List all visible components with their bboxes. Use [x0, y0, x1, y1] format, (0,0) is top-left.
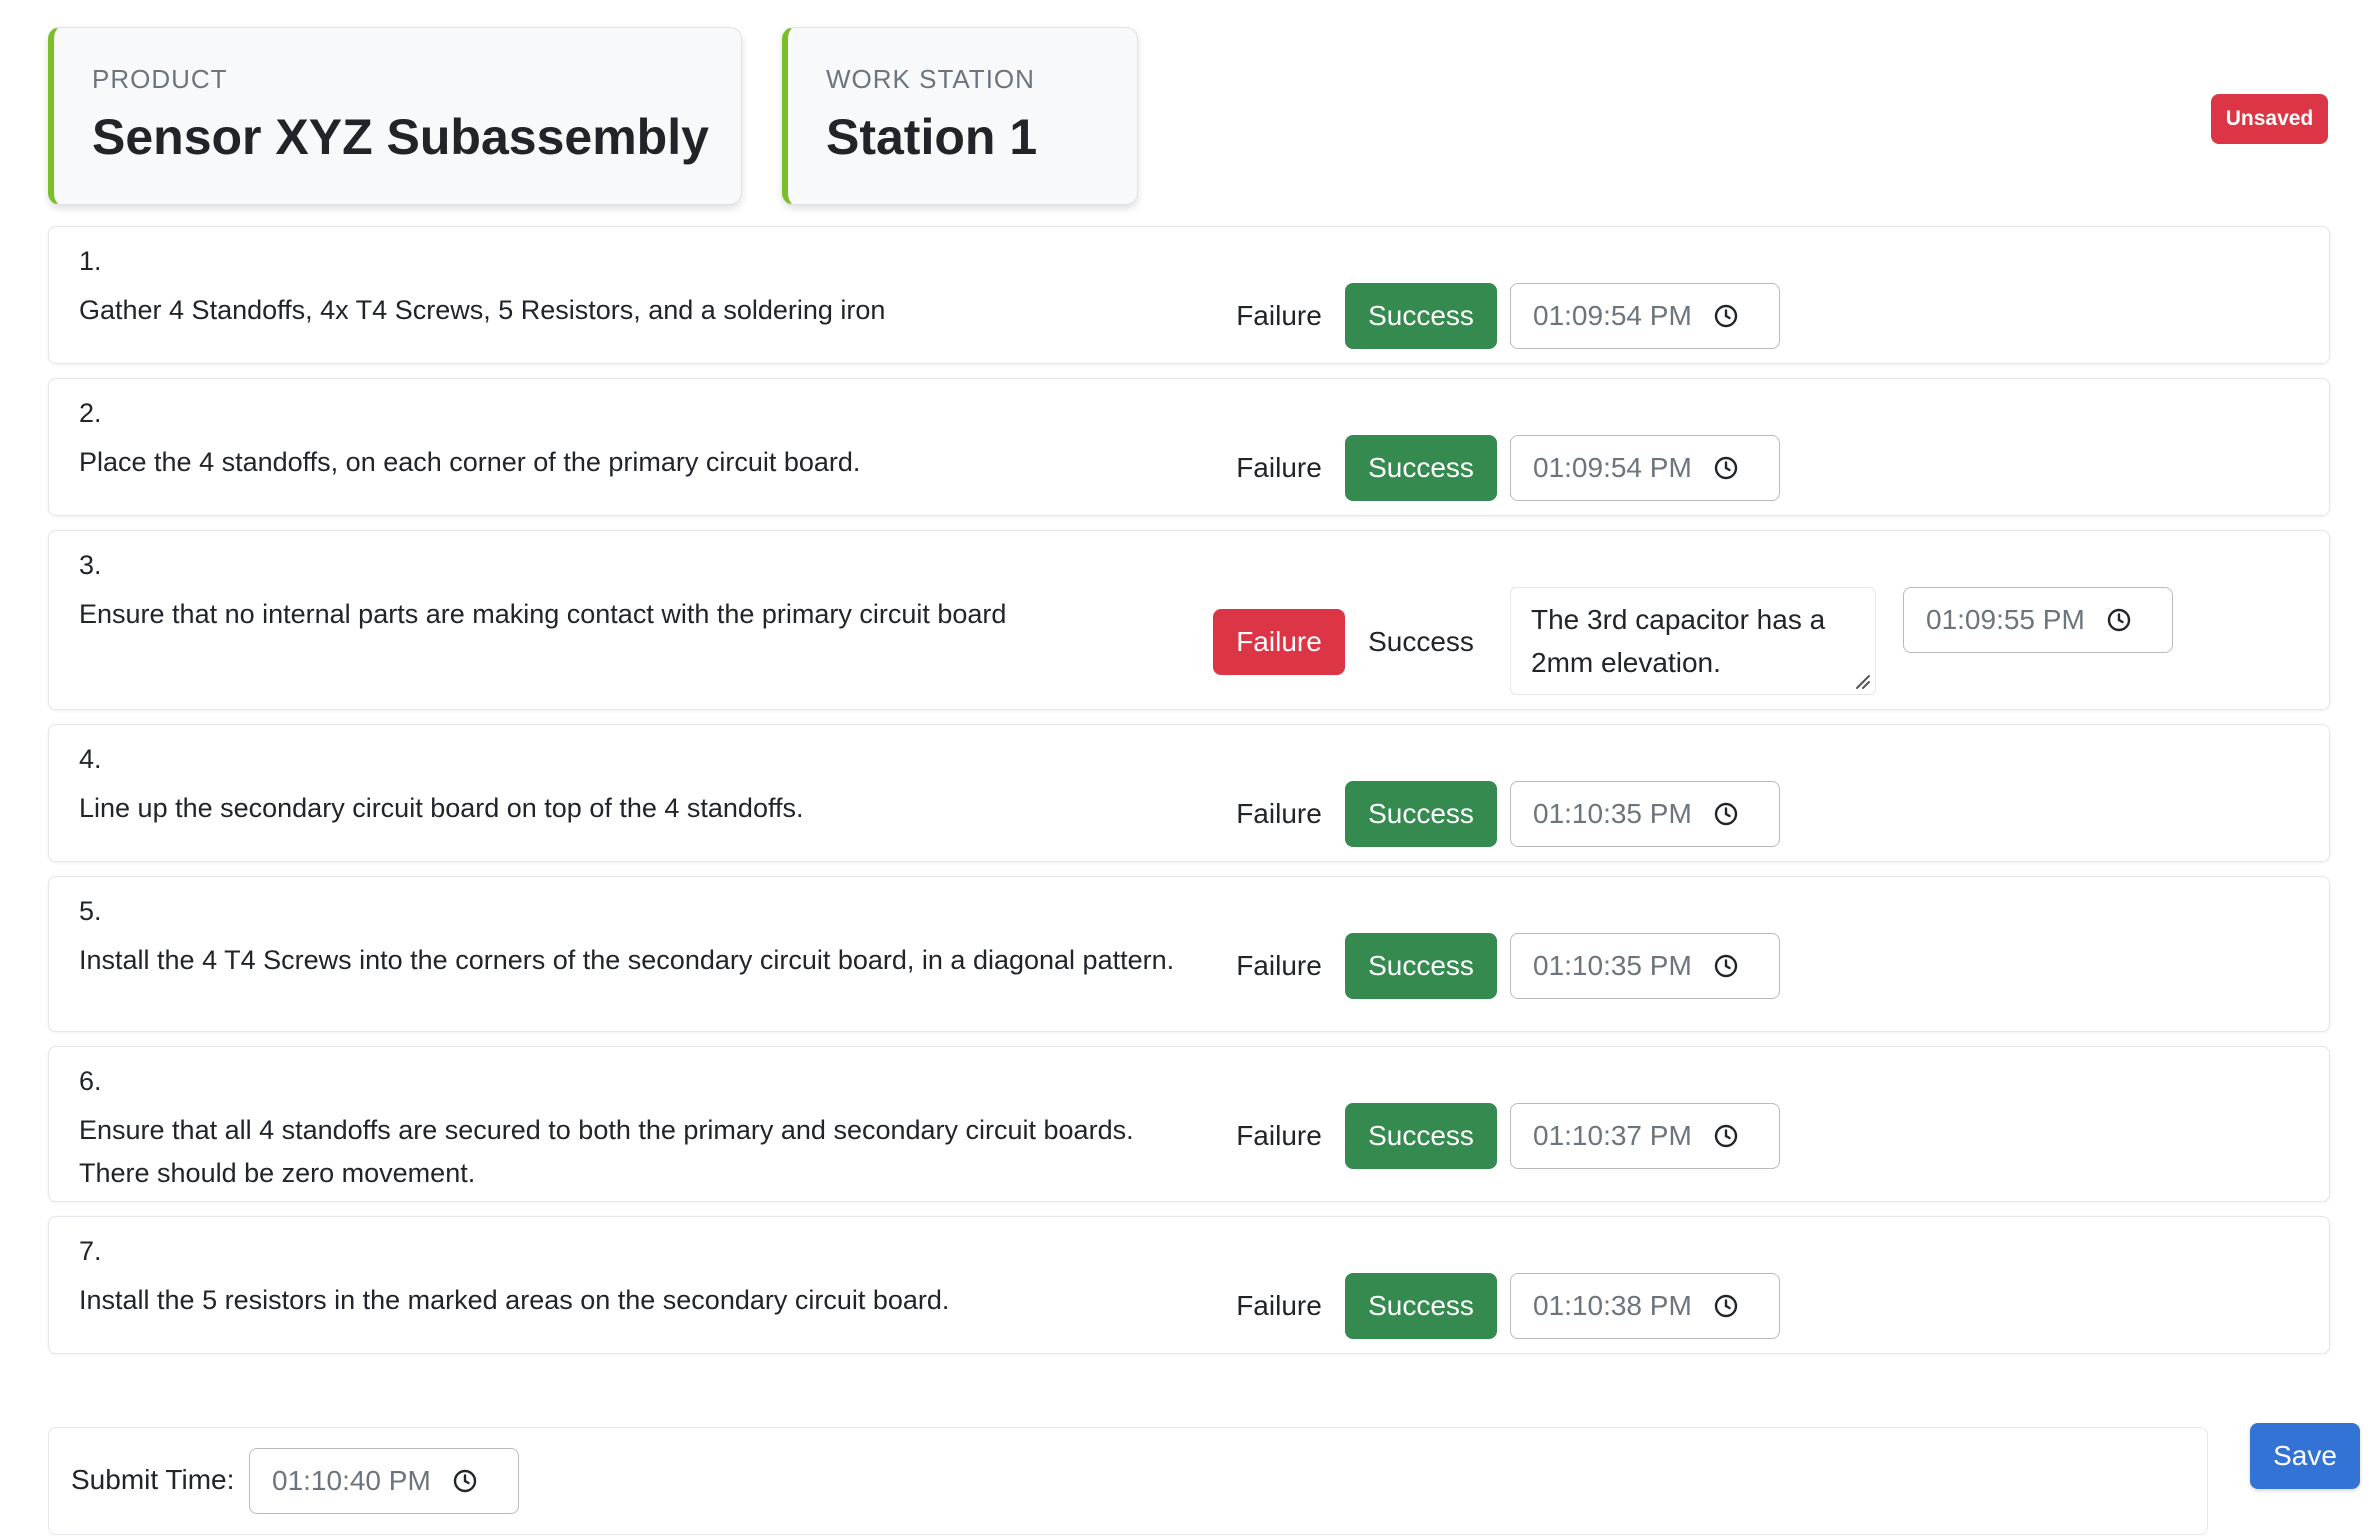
product-label: PRODUCT	[92, 64, 228, 94]
step-2: 2. Place the 4 standoffs, on each corner…	[48, 378, 2330, 516]
submit-time-value: 01:10:40 PM	[272, 1465, 431, 1496]
success-button[interactable]: Success	[1345, 609, 1497, 675]
step-instruction: Ensure that no internal parts are making…	[79, 599, 1007, 629]
step-time-value: 01:09:54 PM	[1533, 300, 1692, 331]
step-number: 4.	[79, 744, 102, 774]
success-button[interactable]: Success	[1345, 1103, 1497, 1169]
clock-icon[interactable]	[1713, 953, 1739, 979]
step-time-input[interactable]: 01:10:35 PM	[1510, 781, 1780, 847]
step-number: 7.	[79, 1236, 102, 1266]
step-instruction: Install the 4 T4 Screws into the corners…	[79, 945, 1175, 975]
step-time-input[interactable]: 01:09:54 PM	[1510, 435, 1780, 501]
step-time-value: 01:10:35 PM	[1533, 950, 1692, 981]
clock-icon[interactable]	[2106, 607, 2132, 633]
step-instruction: Install the 5 resistors in the marked ar…	[79, 1285, 950, 1315]
save-button[interactable]: Save	[2250, 1423, 2360, 1489]
failure-button[interactable]: Failure	[1213, 781, 1345, 847]
step-number: 5.	[79, 896, 102, 926]
work-station-card: WORK STATION Station 1	[782, 27, 1138, 205]
step-time-value: 01:10:38 PM	[1533, 1290, 1692, 1321]
step-time-input[interactable]: 01:09:55 PM	[1903, 587, 2173, 653]
failure-note-text: The 3rd capacitor has a 2mm elevation.	[1531, 604, 1826, 678]
step-time-input[interactable]: 01:10:38 PM	[1510, 1273, 1780, 1339]
clock-icon[interactable]	[452, 1468, 478, 1494]
step-time-value: 01:09:54 PM	[1533, 452, 1692, 483]
failure-button[interactable]: Failure	[1213, 1273, 1345, 1339]
step-5: 5. Install the 4 T4 Screws into the corn…	[48, 876, 2330, 1032]
step-3: 3. Ensure that no internal parts are mak…	[48, 530, 2330, 710]
step-7: 7. Install the 5 resistors in the marked…	[48, 1216, 2330, 1354]
step-number: 1.	[79, 246, 102, 276]
step-number: 2.	[79, 398, 102, 428]
failure-button[interactable]: Failure	[1213, 609, 1345, 675]
clock-icon[interactable]	[1713, 455, 1739, 481]
step-time-value: 01:09:55 PM	[1926, 604, 2085, 635]
step-instruction: Ensure that all 4 standoffs are secured …	[79, 1115, 1134, 1188]
step-1: 1. Gather 4 Standoffs, 4x T4 Screws, 5 R…	[48, 226, 2330, 364]
product-card: PRODUCT Sensor XYZ Subassembly	[48, 27, 742, 205]
step-time-value: 01:10:37 PM	[1533, 1120, 1692, 1151]
failure-button[interactable]: Failure	[1213, 283, 1345, 349]
step-time-value: 01:10:35 PM	[1533, 798, 1692, 829]
submit-time-label: Submit Time:	[71, 1464, 235, 1495]
submit-time-input[interactable]: 01:10:40 PM	[249, 1448, 519, 1514]
step-instruction: Gather 4 Standoffs, 4x T4 Screws, 5 Resi…	[79, 295, 886, 325]
clock-icon[interactable]	[1713, 303, 1739, 329]
failure-button[interactable]: Failure	[1213, 933, 1345, 999]
success-button[interactable]: Success	[1345, 933, 1497, 999]
step-instruction: Line up the secondary circuit board on t…	[79, 793, 804, 823]
product-name: Sensor XYZ Subassembly	[92, 109, 709, 165]
step-time-input[interactable]: 01:10:35 PM	[1510, 933, 1780, 999]
failure-button[interactable]: Failure	[1213, 435, 1345, 501]
step-number: 6.	[79, 1066, 102, 1096]
failure-button[interactable]: Failure	[1213, 1103, 1345, 1169]
step-time-input[interactable]: 01:10:37 PM	[1510, 1103, 1780, 1169]
success-button[interactable]: Success	[1345, 1273, 1497, 1339]
checklist-page: PRODUCT Sensor XYZ Subassembly WORK STAT…	[0, 0, 2372, 1540]
unsaved-status-badge: Unsaved	[2211, 94, 2328, 144]
success-button[interactable]: Success	[1345, 781, 1497, 847]
step-6: 6. Ensure that all 4 standoffs are secur…	[48, 1046, 2330, 1202]
clock-icon[interactable]	[1713, 801, 1739, 827]
step-time-input[interactable]: 01:09:54 PM	[1510, 283, 1780, 349]
work-station-name: Station 1	[826, 109, 1038, 165]
submit-time-panel: Submit Time: 01:10:40 PM	[48, 1427, 2208, 1535]
step-4: 4. Line up the secondary circuit board o…	[48, 724, 2330, 862]
clock-icon[interactable]	[1713, 1123, 1739, 1149]
failure-note-textarea[interactable]: The 3rd capacitor has a 2mm elevation.	[1510, 587, 1876, 695]
resize-handle-icon[interactable]	[1853, 672, 1871, 690]
work-station-label: WORK STATION	[826, 64, 1035, 94]
success-button[interactable]: Success	[1345, 435, 1497, 501]
step-instruction: Place the 4 standoffs, on each corner of…	[79, 447, 861, 477]
step-number: 3.	[79, 550, 102, 580]
clock-icon[interactable]	[1713, 1293, 1739, 1319]
success-button[interactable]: Success	[1345, 283, 1497, 349]
